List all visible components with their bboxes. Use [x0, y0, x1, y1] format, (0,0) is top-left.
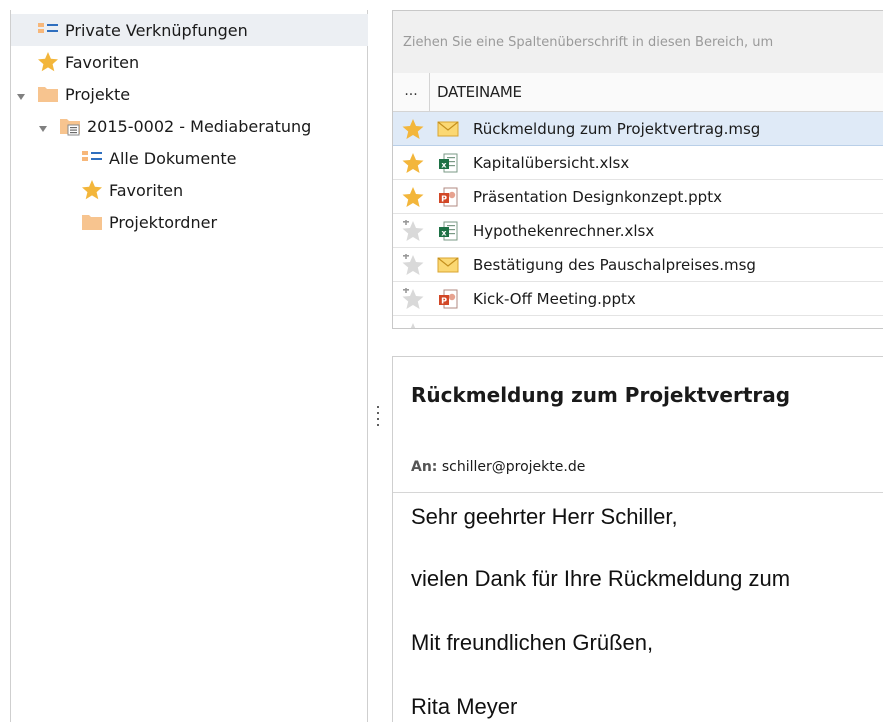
table-row[interactable]: x Kapitalübersicht.xlsx	[393, 146, 883, 180]
email-body-line: Sehr geehrter Herr Schiller,	[411, 504, 678, 529]
add-favorite-star-icon[interactable]	[401, 288, 425, 310]
column-header-dateiname[interactable]: DATEINAME	[437, 83, 522, 101]
email-preview-pane: Rückmeldung zum Projektvertrag An: schil…	[392, 356, 883, 722]
shortcut-list-icon	[81, 147, 103, 169]
group-by-area[interactable]: Ziehen Sie eine Spaltenüberschrift in di…	[393, 11, 883, 74]
powerpoint-file-icon: P	[439, 289, 458, 309]
table-row[interactable]: x Hypothekenrechner.xlsx	[393, 214, 883, 248]
shortcut-list-icon	[37, 19, 59, 41]
email-body-line: vielen Dank für Ihre Rückmeldung zum	[411, 566, 791, 591]
email-body-line: Rita Meyer	[411, 694, 518, 719]
email-body-line: Mit freundlichen Grüßen,	[411, 630, 654, 655]
document-grid: Ziehen Sie eine Spaltenüberschrift in di…	[392, 10, 883, 329]
tree-item-label: 2015-0002 - Mediaberatung	[87, 116, 312, 136]
table-row[interactable]: P Präsentation Designkonzept.pptx	[393, 180, 883, 214]
table-row[interactable]: Bestätigung des Pauschalpreises.msg	[393, 248, 883, 282]
file-name: Rückmeldung zum Projektvertrag.msg	[473, 120, 761, 138]
svg-text:P: P	[441, 297, 447, 306]
tree-item-label: Alle Dokumente	[109, 148, 237, 168]
expand-arrow-icon[interactable]	[17, 94, 25, 100]
tree-item-project-mediaberatung[interactable]: 2015-0002 - Mediaberatung	[59, 110, 311, 142]
email-file-icon	[437, 257, 459, 273]
add-favorite-star-icon[interactable]	[401, 254, 425, 276]
svg-text:P: P	[441, 195, 447, 204]
add-favorite-star-icon[interactable]	[401, 322, 425, 329]
file-name: Bestätigung des Pauschalpreises.msg	[473, 256, 756, 274]
header-divider	[393, 492, 883, 493]
excel-file-icon: x	[439, 153, 458, 173]
excel-file-icon: x	[439, 221, 458, 241]
tree-item-project-favoriten[interactable]: Favoriten	[81, 174, 183, 206]
tree-item-label: Projektordner	[109, 212, 218, 232]
tree-item-projekte[interactable]: Projekte	[37, 78, 130, 110]
tree-item-label: Private Verknüpfungen	[65, 20, 248, 40]
tree-item-favoriten[interactable]: Favoriten	[37, 46, 139, 78]
tree-item-label: Projekte	[65, 84, 131, 104]
file-name: Präsentation Designkonzept.pptx	[473, 188, 722, 206]
svg-text:x: x	[441, 229, 447, 238]
navigation-tree: Private Verknüpfungen Favoriten Projekte	[10, 10, 368, 722]
recipient-address[interactable]: schiller@projekte.de	[442, 459, 585, 475]
star-icon	[37, 51, 59, 73]
folder-icon	[37, 83, 59, 105]
email-subject: Rückmeldung zum Projektvertrag	[411, 383, 791, 407]
grid-header: ... DATEINAME	[393, 73, 883, 112]
tree-item-label: Favoriten	[65, 52, 140, 72]
tree-item-label: Favoriten	[109, 180, 184, 200]
table-row[interactable]: P Kick-Off Meeting.pptx	[393, 282, 883, 316]
table-row[interactable]: Rückmeldung zum Projektvertrag.msg	[393, 112, 883, 146]
favorite-star-icon[interactable]	[401, 186, 425, 208]
powerpoint-file-icon: P	[439, 187, 458, 207]
group-by-hint: Ziehen Sie eine Spaltenüberschrift in di…	[403, 35, 774, 50]
file-name: Kick-Off Meeting.pptx	[473, 290, 636, 308]
star-icon	[81, 179, 103, 201]
favorite-star-icon[interactable]	[401, 118, 425, 140]
tree-item-private-verknuepfungen[interactable]: Private Verknüpfungen	[11, 14, 368, 46]
favorite-star-icon[interactable]	[401, 152, 425, 174]
folder-icon	[81, 211, 103, 233]
column-chooser-button[interactable]: ...	[393, 73, 430, 111]
project-folder-icon	[59, 115, 81, 137]
add-favorite-star-icon[interactable]	[401, 220, 425, 242]
file-name: Hypothekenrechner.xlsx	[473, 222, 655, 240]
email-recipient-line: An: schiller@projekte.de	[411, 459, 585, 475]
file-name: Kapitalübersicht.xlsx	[473, 154, 630, 172]
tree-item-alle-dokumente[interactable]: Alle Dokumente	[81, 142, 236, 174]
recipient-label: An:	[411, 459, 438, 475]
table-row-partial[interactable]	[393, 316, 883, 329]
expand-arrow-icon[interactable]	[39, 126, 47, 132]
panel-splitter-handle[interactable]	[372, 400, 384, 440]
email-file-icon	[437, 121, 459, 137]
svg-text:x: x	[441, 161, 447, 170]
tree-item-projektordner[interactable]: Projektordner	[81, 206, 217, 238]
